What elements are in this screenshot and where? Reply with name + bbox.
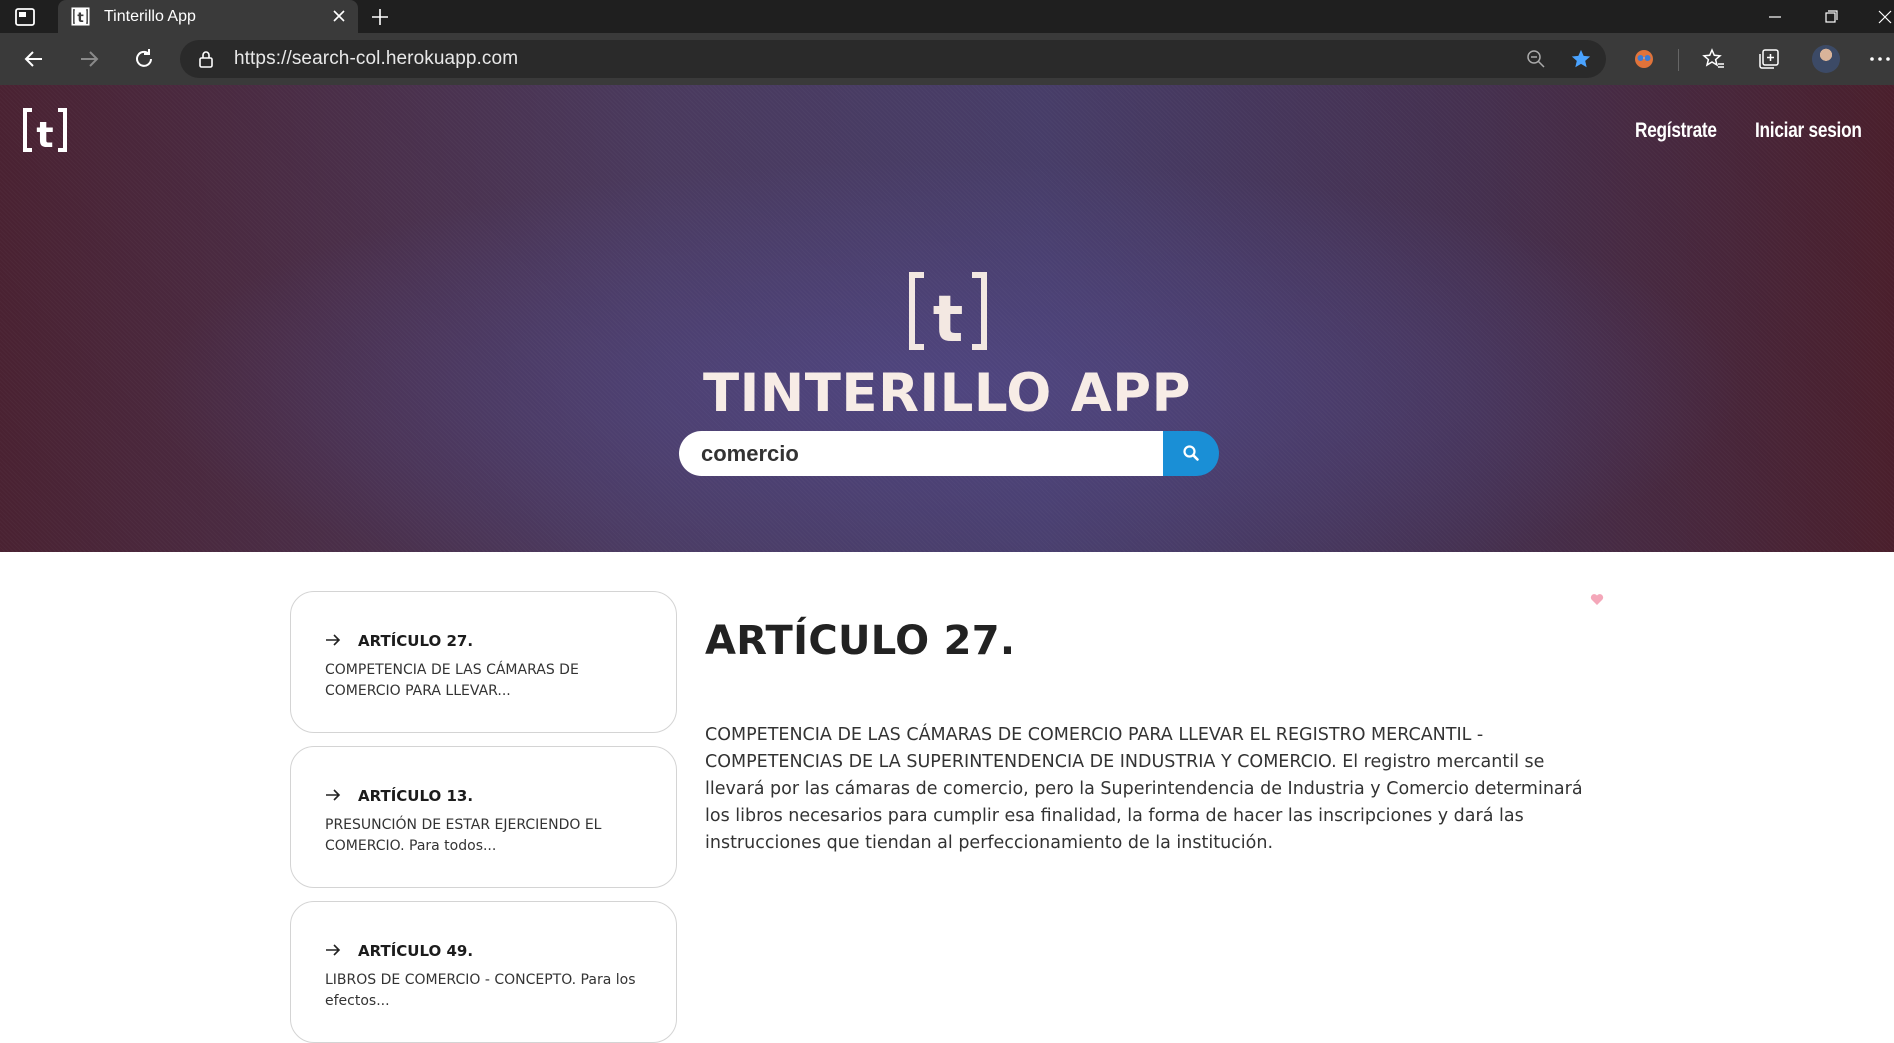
register-link[interactable]: Regístrate: [1635, 119, 1717, 143]
avatar[interactable]: [1812, 45, 1840, 73]
search-button[interactable]: [1163, 431, 1219, 476]
arrow-right-icon: [326, 789, 341, 801]
article-title: ARTÍCULO 27.: [705, 618, 1016, 664]
svg-text:t: t: [77, 11, 84, 26]
search-bar: [679, 431, 1219, 476]
toolbar-separator: [1678, 49, 1679, 71]
restore-icon[interactable]: [1822, 8, 1840, 26]
browser-tab-active[interactable]: t Tinterillo App: [58, 0, 358, 33]
plus-icon[interactable]: [370, 7, 390, 27]
reload-icon[interactable]: [132, 47, 156, 71]
tab-title: Tinterillo App: [104, 8, 196, 25]
browser-toolbar: https://search-col.herokuapp.com: [0, 33, 1894, 86]
heart-icon[interactable]: [1590, 593, 1604, 606]
search-icon: [1183, 445, 1199, 461]
close-icon[interactable]: [332, 9, 346, 23]
app-title: TINTERILLO APP: [703, 363, 1191, 424]
tinterillo-logo-icon: t: [71, 7, 90, 26]
svg-text:t: t: [36, 115, 53, 153]
lock-icon[interactable]: [198, 50, 214, 68]
result-card[interactable]: ARTÍCULO 27. COMPETENCIA DE LAS CÁMARAS …: [290, 591, 677, 733]
article-body: COMPETENCIA DE LAS CÁMARAS DE COMERCIO P…: [705, 725, 1583, 853]
forward-arrow-icon[interactable]: [77, 47, 101, 71]
result-title: ARTÍCULO 27.: [358, 632, 474, 650]
browser-tabstrip: t Tinterillo App: [0, 0, 1894, 33]
svg-text:t: t: [933, 283, 964, 351]
search-input[interactable]: [679, 431, 1163, 476]
result-snippet: LIBROS DE COMERCIO - CONCEPTO. Para los …: [325, 972, 636, 1009]
star-icon[interactable]: [1570, 48, 1592, 70]
result-card[interactable]: ARTÍCULO 49. LIBROS DE COMERCIO - CONCEP…: [290, 901, 677, 1043]
result-snippet: COMPETENCIA DE LAS CÁMARAS DE COMERCIO P…: [325, 662, 579, 699]
back-arrow-icon[interactable]: [22, 47, 46, 71]
more-icon[interactable]: [1868, 47, 1892, 71]
tinterillo-logo-icon[interactable]: t: [22, 107, 68, 153]
favorites-icon[interactable]: [1702, 47, 1726, 71]
tab-actions-icon[interactable]: [14, 6, 36, 28]
zoom-out-icon[interactable]: [1526, 49, 1546, 69]
result-snippet: PRESUNCIÓN DE ESTAR EJERCIENDO EL COMERC…: [325, 817, 602, 854]
extension-icon[interactable]: [1632, 47, 1656, 71]
window-close-icon[interactable]: [1876, 8, 1894, 26]
arrow-right-icon: [326, 944, 341, 956]
address-bar[interactable]: https://search-col.herokuapp.com: [180, 40, 1606, 78]
result-card[interactable]: ARTÍCULO 13. PRESUNCIÓN DE ESTAR EJERCIE…: [290, 746, 677, 888]
url-text[interactable]: https://search-col.herokuapp.com: [234, 48, 518, 70]
arrow-right-icon: [326, 634, 341, 646]
result-title: ARTÍCULO 49.: [358, 942, 474, 960]
hero-header: t Regístrate Iniciar sesion t TINTERILLO…: [0, 85, 1894, 552]
tinterillo-logo-icon: t: [909, 272, 987, 351]
minimize-icon[interactable]: [1766, 8, 1784, 26]
login-link[interactable]: Iniciar sesion: [1755, 119, 1862, 143]
collections-icon[interactable]: [1757, 47, 1781, 71]
result-title: ARTÍCULO 13.: [358, 787, 474, 805]
